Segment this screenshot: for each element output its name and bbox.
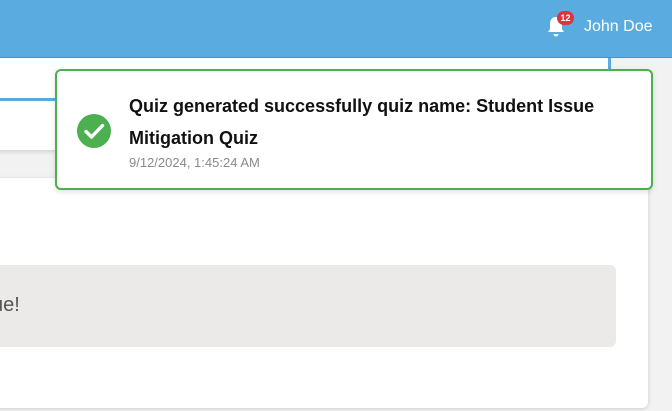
top-navbar: 12 John Doe bbox=[0, 0, 672, 58]
success-toast[interactable]: Quiz generated successfully quiz name: S… bbox=[55, 69, 653, 190]
toast-timestamp: 9/12/2024, 1:45:24 AM bbox=[129, 155, 260, 170]
message-box bbox=[0, 265, 616, 347]
user-name-menu[interactable]: John Doe bbox=[584, 17, 653, 37]
toast-title: Quiz generated successfully quiz name: S… bbox=[129, 96, 595, 148]
notification-count-badge: 12 bbox=[557, 11, 574, 25]
check-circle-icon bbox=[77, 114, 111, 148]
message-text: ue! bbox=[0, 294, 20, 316]
page: 12 John Doe ue! Quiz generated successfu… bbox=[0, 0, 672, 411]
